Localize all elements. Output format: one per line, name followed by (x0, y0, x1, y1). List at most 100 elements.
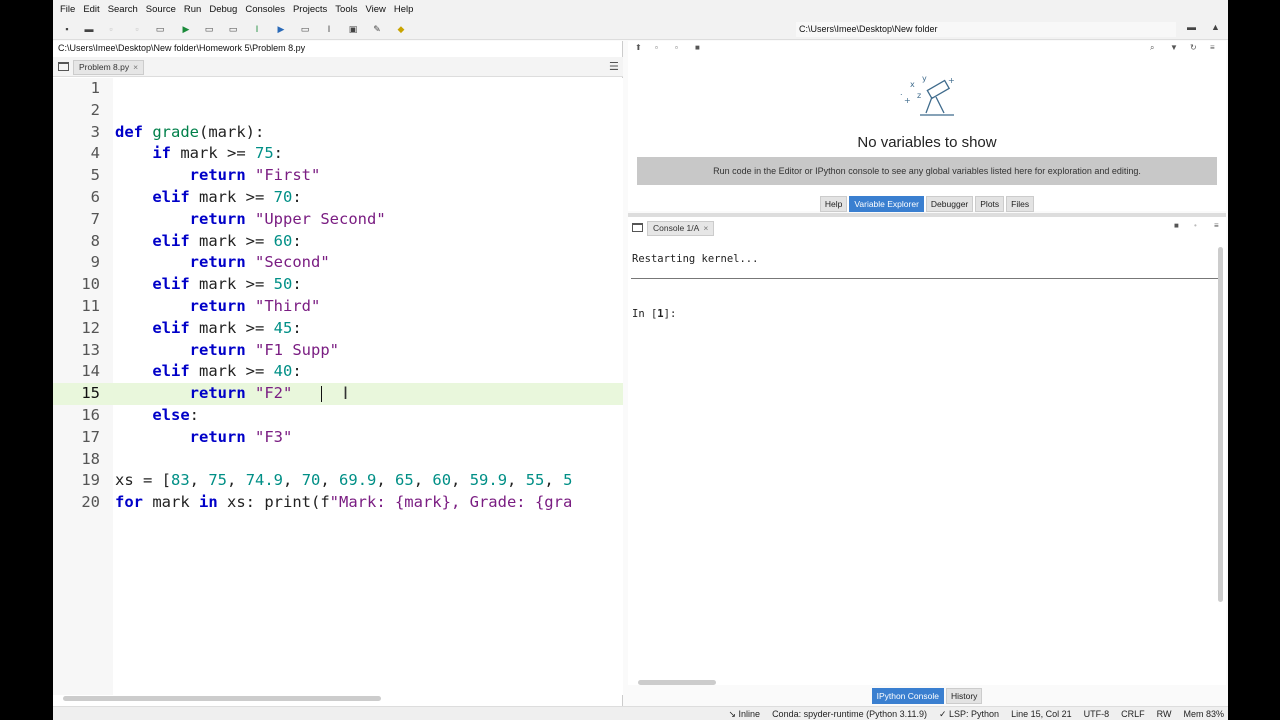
tab-variable-explorer[interactable]: Variable Explorer (849, 196, 924, 212)
code-line[interactable]: 15 return "F2" I (53, 383, 623, 405)
code-token: , (507, 471, 526, 490)
code-line[interactable]: 19 xs = [83, 75, 74.9, 70, 69.9, 65, 60, … (53, 470, 623, 492)
run-cell-icon[interactable]: ▭ (203, 23, 215, 35)
search-icon[interactable]: ⌕ (1150, 43, 1154, 53)
code-line[interactable]: 12 elif mark >= 45: (53, 318, 623, 340)
status-cursor-position: Line 15, Col 21 (1011, 709, 1072, 719)
menu-source[interactable]: Source (142, 0, 180, 19)
code-token: , (451, 471, 470, 490)
import-data-icon[interactable]: ⬆ (635, 43, 642, 52)
code-line[interactable]: 3 def grade(mark): (53, 122, 623, 144)
save-icon[interactable]: ▫ (105, 23, 117, 35)
menu-help[interactable]: Help (390, 0, 418, 19)
console-horizontal-scrollbar[interactable] (638, 680, 716, 685)
tab-help[interactable]: Help (819, 196, 848, 212)
code-line[interactable]: 13 return "F1 Supp" (53, 340, 623, 362)
status-inline[interactable]: ↘ Inline (729, 707, 761, 720)
browse-folder-icon[interactable]: ▬ (1187, 22, 1196, 32)
remove-variables-icon[interactable]: ■ (695, 43, 700, 52)
editor-tab-problem-8[interactable]: Problem 8.py × (73, 60, 145, 75)
menu-tools[interactable]: Tools (331, 0, 361, 19)
run-cell-advance-icon[interactable]: ▭ (227, 23, 239, 35)
save-all-icon[interactable]: ▫ (131, 23, 143, 35)
save-data-icon[interactable]: ▫ (655, 43, 658, 52)
menu-edit[interactable]: Edit (79, 0, 103, 19)
menu-projects[interactable]: Projects (289, 0, 331, 19)
console-vertical-scrollbar[interactable] (1218, 247, 1223, 602)
code-line[interactable]: 18 (53, 449, 623, 471)
close-icon[interactable]: × (133, 61, 138, 74)
code-text: elif mark >= 40: (115, 361, 301, 383)
console-options-icon[interactable]: • (1194, 221, 1197, 230)
code-line[interactable]: 17 return "F3" (53, 427, 623, 449)
line-number: 20 (81, 493, 100, 512)
save-data-as-icon[interactable]: ▫ (675, 43, 678, 52)
refresh-icon[interactable]: ↻ (1190, 43, 1197, 52)
tab-plots[interactable]: Plots (975, 196, 1005, 212)
tab-ipython-console[interactable]: IPython Console (871, 688, 944, 704)
code-token: mark >= (189, 362, 274, 381)
menu-bar: File Edit Search Source Run Debug Consol… (53, 0, 1228, 19)
parent-directory-icon[interactable]: ▲ (1211, 22, 1220, 32)
line-number: 12 (81, 318, 100, 337)
python-path-icon[interactable]: ◆ (395, 23, 407, 35)
code-line[interactable]: 7 return "Upper Second" (53, 209, 623, 231)
code-line[interactable]: 9 return "Second" (53, 252, 623, 274)
close-icon[interactable]: × (703, 222, 708, 235)
console-prompt[interactable]: In [1]: (632, 308, 676, 320)
stop-kernel-icon[interactable]: ■ (1174, 221, 1179, 230)
code-token: 59.9 (469, 471, 508, 490)
tab-debugger[interactable]: Debugger (925, 196, 974, 212)
code-token: if (152, 144, 171, 163)
editor-horizontal-scrollbar[interactable] (63, 696, 381, 701)
code-line[interactable]: 8 elif mark >= 60: (53, 231, 623, 253)
console-tab[interactable]: Console 1/A × (647, 221, 715, 236)
debug-selection-icon[interactable]: I (323, 23, 335, 35)
options-menu-icon[interactable]: ≡ (1210, 43, 1215, 52)
preferences-icon[interactable]: ✎ (371, 23, 383, 35)
code-line[interactable]: 5 return "First" (53, 165, 623, 187)
code-token: : (273, 144, 284, 163)
hamburger-menu-icon[interactable]: ☰ (609, 60, 619, 73)
empty-state-hint: Run code in the Editor or IPython consol… (637, 157, 1217, 185)
code-line[interactable]: 4 if mark >= 75: (53, 143, 623, 165)
code-line[interactable]: 6 elif mark >= 70: (53, 187, 623, 209)
tab-files[interactable]: Files (1006, 196, 1035, 212)
filter-icon[interactable]: ▼ (1170, 43, 1178, 52)
code-editor[interactable]: 1 2 3 def grade(mark): 4 if mark >= 75: 5 ret… (53, 78, 623, 695)
new-cell-icon[interactable]: ▭ (154, 23, 166, 35)
working-directory-field[interactable]: C:\Users\Imee\Desktop\New folder (796, 22, 1176, 37)
code-line[interactable]: 2 (53, 100, 623, 122)
debug-icon[interactable]: ▶ (275, 23, 287, 35)
code-line[interactable]: 1 (53, 78, 623, 100)
code-token: , (413, 471, 433, 490)
prompt-suffix: ]: (663, 308, 677, 320)
line-number: 13 (81, 340, 100, 359)
menu-debug[interactable]: Debug (205, 0, 241, 19)
new-file-icon[interactable]: ▪ (61, 23, 73, 35)
debug-cell-icon[interactable]: ▭ (299, 23, 311, 35)
console-menu-icon[interactable]: ≡ (1214, 221, 1219, 230)
code-line[interactable]: 14 elif mark >= 40: (53, 361, 623, 383)
open-file-icon[interactable]: ▬ (83, 23, 95, 35)
run-selection-icon[interactable]: I (251, 23, 263, 35)
maximize-pane-icon[interactable]: ▣ (347, 23, 359, 35)
run-icon[interactable]: ▶ (180, 23, 192, 35)
status-lsp[interactable]: ✓ LSP: Python (939, 707, 999, 720)
menu-view[interactable]: View (361, 0, 389, 19)
menu-consoles[interactable]: Consoles (241, 0, 289, 19)
menu-search[interactable]: Search (104, 0, 142, 19)
code-line[interactable]: 20 for mark in xs: print(f"Mark: {mark}, … (53, 492, 623, 514)
code-token: 40 (273, 362, 293, 381)
menu-file[interactable]: File (56, 0, 79, 19)
code-line[interactable]: 10 elif mark >= 50: (53, 274, 623, 296)
code-line[interactable]: 11 return "Third" (53, 296, 623, 318)
status-conda[interactable]: Conda: spyder-runtime (Python 3.11.9) (772, 707, 927, 720)
tab-history[interactable]: History (945, 688, 983, 704)
code-token: else (152, 406, 190, 424)
menu-run[interactable]: Run (180, 0, 205, 19)
code-line[interactable]: 16 else: (53, 405, 623, 427)
